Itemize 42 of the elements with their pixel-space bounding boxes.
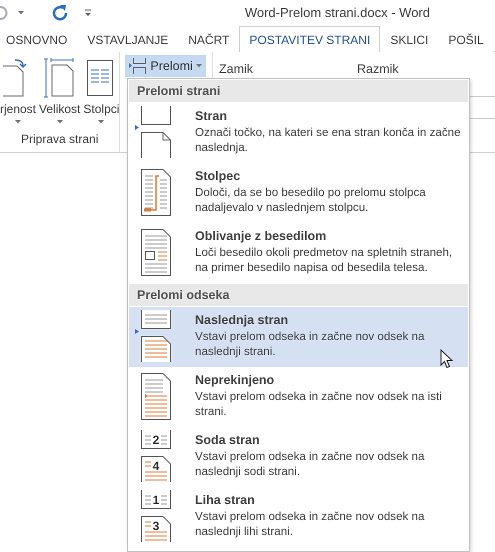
mouse-pointer-icon	[440, 349, 454, 369]
caret-icon	[56, 120, 63, 124]
undo-caret-icon	[18, 10, 24, 14]
item-description: Določi, da se bo besedilo po prelomu stolpca nadaljevalo v naslednjem stolpcu.	[195, 185, 427, 215]
item-title: Stolpec	[195, 169, 240, 183]
item-description: Vstavi prelom odseka in začne nov odsek na naslednji strani.	[195, 329, 426, 359]
menu-heading: Prelomi odseka	[129, 284, 468, 306]
ribbon-button-label[interactable]: Velikost	[39, 102, 80, 116]
caret-icon	[196, 64, 202, 68]
breaks-button[interactable]: Prelomi	[125, 55, 206, 77]
item-description: Vstavi prelom odseka in začne nov odsek na naslednji sodi strani.	[195, 449, 426, 479]
item-title: Soda stran	[195, 433, 260, 447]
caret-icon	[98, 120, 104, 124]
section-label: Zamik	[219, 62, 254, 76]
menu-item[interactable]: 1 3 Liha stran Vstavi prelom odseka in začne nov odsek na naslednji lihi strani.	[129, 487, 468, 547]
ribbon-button-label[interactable]: Stolpci	[83, 102, 120, 116]
item-title: Liha stran	[195, 493, 255, 507]
caret-icon	[15, 120, 22, 124]
ribbon-button-label[interactable]: rjenost	[0, 102, 36, 116]
item-description: Označi točko, na kateri se ena stran konča in začne naslednja.	[195, 125, 462, 155]
item-title: Naslednja stran	[195, 313, 288, 327]
item-description: Vstavi prelom odseka in začne nov odsek na isti strani.	[195, 389, 443, 419]
item-title: Stran	[195, 109, 227, 123]
item-description: Loči besedilo okoli predmetov na spletnih straneh, na primer besedilo napisa od besedila telesa.	[195, 245, 454, 275]
item-description: Vstavi prelom odseka in začne nov odsek na naslednji lihi strani.	[195, 509, 426, 539]
ribbon-tab[interactable]: NAČRT	[178, 26, 240, 52]
item-title: Neprekinjeno	[195, 373, 274, 387]
menu-item[interactable]: Oblivanje z besedilom Loči besedilo okoli predmetov na spletnih straneh, na primer besedilo napisa od besedila telesa.	[129, 223, 468, 283]
menu-item[interactable]: Stran Označi točko, na kateri se ena stran konča in začne naslednja.	[129, 103, 468, 163]
item-title: Oblivanje z besedilom	[195, 229, 326, 243]
menu-heading: Prelomi strani	[129, 80, 468, 102]
redo-icon[interactable]	[52, 4, 68, 22]
menu-item[interactable]: Neprekinjeno Vstavi prelom odseka in začne nov odsek na isti strani.	[129, 367, 468, 427]
customize-toolbar-icon[interactable]	[84, 8, 92, 18]
ribbon-tab[interactable]: POSTAVITEV STRANI	[239, 26, 380, 52]
group-label: Priprava strani	[20, 132, 100, 148]
section-label: Razmik	[357, 62, 400, 76]
menu-item[interactable]: Naslednja stran Vstavi prelom odseka in začne nov odsek na naslednji strani.	[129, 307, 468, 367]
menu-item[interactable]: 2 4 Soda stran Vstavi prelom odseka in začne nov odsek na naslednji sodi strani.	[129, 427, 468, 487]
breaks-icon	[129, 58, 148, 74]
menu-item[interactable]: Stolpec Določi, da se bo besedilo po prelomu stolpca nadaljevalo v naslednjem stolpcu.	[129, 163, 468, 223]
window-title: Word-Prelom strani.docx - Word	[244, 5, 430, 20]
